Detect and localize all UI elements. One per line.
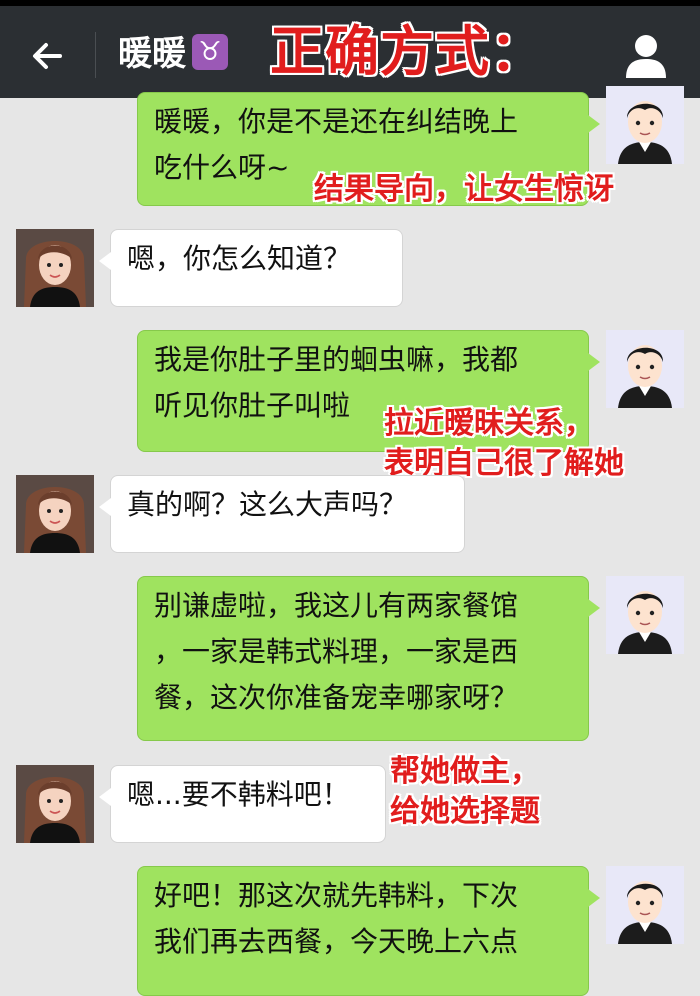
contact-name-title: 暖暖 ♉ [118,32,228,76]
message-line: 嗯...要不韩料吧！ [127,778,350,811]
annotation-note: 结果导向，让女生惊讶 [314,170,614,210]
contact-avatar[interactable] [16,475,94,553]
message-line: ，一家是韩式料理，一家是西 [154,635,519,668]
user-icon[interactable] [624,32,668,80]
message-bubble-received[interactable]: 真的啊？这么大声吗？ [99,475,465,553]
my-avatar[interactable] [606,576,684,654]
overlay-title: 正确方式： [270,20,545,83]
male-avatar-icon [606,330,684,408]
female-avatar-icon [16,765,94,843]
female-avatar-icon [16,475,94,553]
taurus-icon: ♉ [192,33,228,70]
annotation-line: 结果导向，让女生惊讶 [314,172,614,207]
arrow-left-icon[interactable] [26,34,70,78]
message-line: 好吧！那这次就先韩料，下次 [154,879,519,912]
message-line: 真的啊？这么大声吗？ [127,488,408,521]
annotation-note: 帮她做主， 给她选择题 [390,752,540,832]
my-avatar[interactable] [606,86,684,164]
annotation-line: 帮她做主， [390,754,540,789]
contact-avatar[interactable] [16,229,94,307]
message-line: 餐，这次你准备宠幸哪家呀？ [154,681,519,714]
annotation-note: 拉近暧昧关系， 表明自己很了解她 [384,404,624,484]
my-avatar[interactable] [606,866,684,944]
female-avatar-icon [16,229,94,307]
annotation-line: 拉近暧昧关系， [384,406,594,441]
annotation-line: 给她选择题 [390,794,540,829]
male-avatar-icon [606,576,684,654]
male-avatar-icon [606,866,684,944]
message-line: 别谦虚啦，我这儿有两家餐馆 [154,589,519,622]
message-bubble-received[interactable]: 嗯，你怎么知道？ [99,229,403,307]
contact-avatar[interactable] [16,765,94,843]
male-avatar-icon [606,86,684,164]
header-divider [95,32,96,78]
message-line: 暖暖，你是不是还在纠结晚上 [154,105,519,138]
contact-name: 暖暖 [118,34,186,74]
message-line: 我是你肚子里的蛔虫嘛，我都 [154,343,519,376]
my-avatar[interactable] [606,330,684,408]
message-bubble-received[interactable]: 嗯...要不韩料吧！ [99,765,386,843]
message-line: 我们再去西餐，今天晚上六点 [154,925,519,958]
message-bubble-sent[interactable]: 好吧！那这次就先韩料，下次 我们再去西餐，今天晚上六点 [137,866,600,996]
message-bubble-sent[interactable]: 别谦虚啦，我这儿有两家餐馆 ，一家是韩式料理，一家是西 餐，这次你准备宠幸哪家呀… [137,576,600,741]
message-line: 嗯，你怎么知道？ [127,242,352,275]
